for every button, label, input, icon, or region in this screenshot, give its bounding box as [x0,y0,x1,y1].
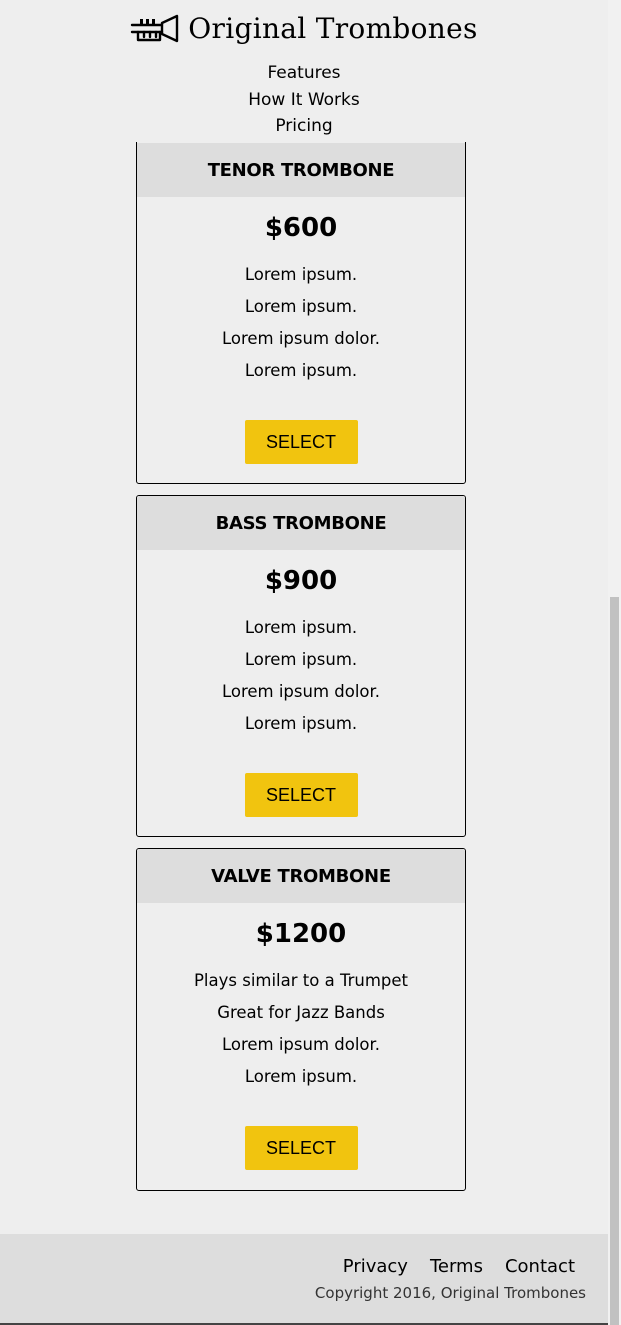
feature-item: Lorem ipsum. [244,650,358,669]
feature-item: Lorem ipsum dolor. [221,682,381,701]
site-header: Original Trombones Features How It Works… [0,0,608,142]
feature-item: Lorem ipsum. [244,618,358,637]
footer-contact-link[interactable]: Contact [505,1256,575,1277]
nav-features[interactable]: Features [0,60,608,87]
feature-item: Lorem ipsum dolor. [221,329,381,348]
nav-pricing[interactable]: Pricing [0,113,608,140]
card-price: $1200 [255,919,347,949]
trombone-icon [131,14,179,42]
pricing-card-tenor: TENOR TROMBONE $600 Lorem ipsum. Lorem i… [136,84,466,484]
scrollbar-thumb[interactable] [610,597,619,1325]
select-valve-button[interactable]: SELECT [244,1126,358,1170]
feature-item: Lorem ipsum. [244,297,358,316]
feature-item: Great for Jazz Bands [217,1003,385,1022]
pricing-card-valve: VALVE TROMBONE $1200 Plays similar to a … [136,848,466,1191]
pricing-card-bass: BASS TROMBONE $900 Lorem ipsum. Lorem ip… [136,495,466,837]
card-price: $900 [264,566,338,596]
footer-privacy-link[interactable]: Privacy [343,1256,408,1277]
feature-item: Plays similar to a Trumpet [193,971,409,990]
card-title: VALVE TROMBONE [137,849,465,903]
page-content: TENOR TROMBONE $600 Lorem ipsum. Lorem i… [0,0,608,1325]
card-title: BASS TROMBONE [137,496,465,550]
card-features: Plays similar to a Trumpet Great for Jaz… [137,965,465,1093]
card-price: $600 [264,213,338,243]
card-title: TENOR TROMBONE [137,143,465,197]
select-tenor-button[interactable]: SELECT [244,420,358,464]
page: TENOR TROMBONE $600 Lorem ipsum. Lorem i… [0,0,621,1325]
card-features: Lorem ipsum. Lorem ipsum. Lorem ipsum do… [137,612,465,740]
select-bass-button[interactable]: SELECT [244,773,358,817]
brand[interactable]: Original Trombones [0,12,608,45]
card-features: Lorem ipsum. Lorem ipsum. Lorem ipsum do… [137,259,465,387]
feature-item: Lorem ipsum dolor. [221,1035,381,1054]
nav-how-it-works[interactable]: How It Works [0,87,608,114]
feature-item: Lorem ipsum. [244,361,358,380]
brand-name: Original Trombones [188,12,478,45]
main-nav: Features How It Works Pricing [0,60,608,140]
feature-item: Lorem ipsum. [244,714,358,733]
footer-terms-link[interactable]: Terms [430,1256,483,1277]
feature-item: Lorem ipsum. [244,265,358,284]
site-footer: Privacy Terms Contact Copyright 2016, Or… [0,1234,608,1325]
copyright: Copyright 2016, Original Trombones [314,1284,586,1302]
feature-item: Lorem ipsum. [244,1067,358,1086]
vertical-scrollbar[interactable] [608,0,621,1325]
footer-links: Privacy Terms Contact [343,1256,575,1277]
